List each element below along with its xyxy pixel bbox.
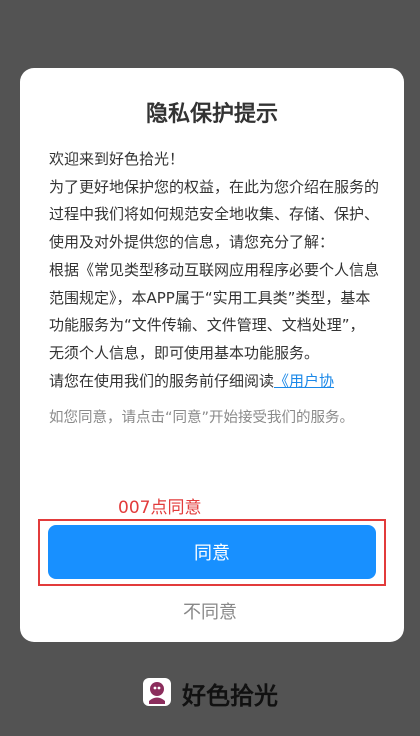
disagree-button[interactable]: 不同意 (0, 598, 420, 624)
annotation-highlight-box (38, 519, 386, 586)
read-prefix: 请您在使用我们的服务前仔细阅读 (49, 371, 275, 390)
welcome-text: 欢迎来到好色拾光！ (49, 150, 185, 168)
read-text: 请您在使用我们的服务前仔细阅读《用户协 (49, 368, 379, 396)
app-logo-icon (142, 677, 172, 711)
intro-text: 为了更好地保护您的权益，在此为您介绍在服务的过程中我们将如何规范安全地收集、存储… (49, 177, 379, 252)
dialog-title: 隐私保护提示 (145, 102, 278, 127)
user-agreement-link[interactable]: 《用户协 (274, 372, 334, 390)
dialog-body[interactable]: 欢迎来到好色拾光！ 为了更好地保护您的权益，在此为您介绍在服务的过程中我们将如何… (49, 146, 379, 542)
click-annotation-label: 007点同意 (118, 498, 202, 518)
app-name: 好色拾光 (182, 682, 278, 710)
app-branding: 好色拾光 (0, 676, 420, 711)
consent-footnote: 如您同意，请点击“同意”开始接受我们的服务。 (49, 410, 355, 427)
policy-text: 根据《常见类型移动互联网应用程序必要个人信息范围规定》，本APP属于“实用工具类… (49, 260, 379, 362)
